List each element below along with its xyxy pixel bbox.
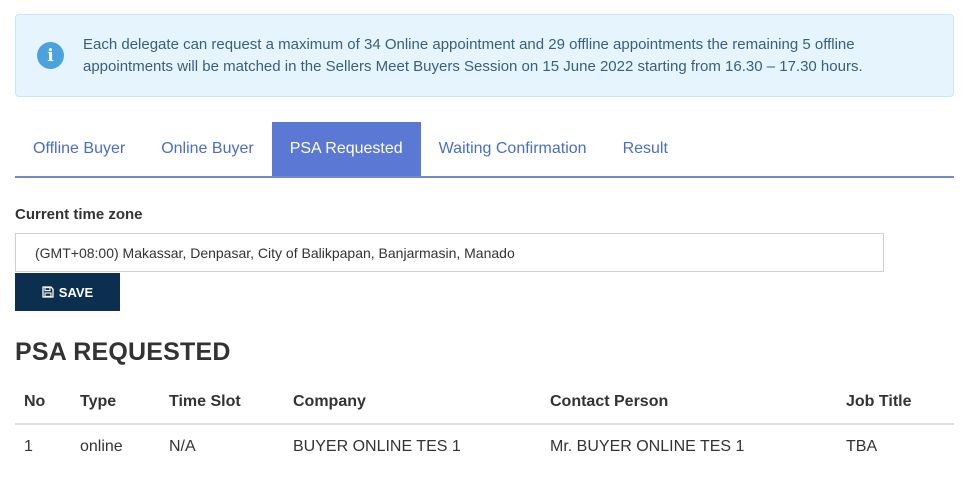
header-type: Type bbox=[71, 380, 160, 425]
psa-requested-table: No Type Time Slot Company Contact Person… bbox=[15, 380, 954, 468]
cell-no: 1 bbox=[24, 437, 33, 455]
info-alert-text: Each delegate can request a maximum of 3… bbox=[83, 35, 863, 75]
header-contact-person: Contact Person bbox=[541, 380, 837, 425]
info-alert: i Each delegate can request a maximum of… bbox=[15, 14, 954, 97]
cell-time-slot: N/A bbox=[169, 437, 196, 455]
tab-waiting-confirmation[interactable]: Waiting Confirmation bbox=[421, 122, 605, 176]
floppy-disk-icon bbox=[42, 286, 54, 298]
header-time-slot: Time Slot bbox=[160, 380, 284, 425]
tab-offline-buyer[interactable]: Offline Buyer bbox=[15, 122, 143, 176]
timezone-select[interactable]: (GMT+08:00) Makassar, Denpasar, City of … bbox=[15, 233, 884, 272]
tab-bar: Offline Buyer Online Buyer PSA Requested… bbox=[15, 122, 954, 178]
section-title: PSA REQUESTED bbox=[15, 338, 231, 366]
info-icon: i bbox=[37, 42, 64, 69]
header-no: No bbox=[15, 380, 71, 425]
cell-company: BUYER ONLINE TES 1 bbox=[293, 437, 461, 455]
save-button[interactable]: SAVE bbox=[15, 273, 120, 311]
table-header-row: No Type Time Slot Company Contact Person… bbox=[15, 380, 954, 425]
timezone-label: Current time zone bbox=[15, 206, 143, 223]
cell-type: online bbox=[80, 437, 123, 455]
cell-job-title: TBA bbox=[846, 437, 878, 455]
tab-online-buyer[interactable]: Online Buyer bbox=[143, 122, 272, 176]
table-row: 1 online N/A BUYER ONLINE TES 1 Mr. BUYE… bbox=[15, 424, 954, 468]
save-button-label: SAVE bbox=[58, 284, 94, 300]
tab-psa-requested[interactable]: PSA Requested bbox=[271, 122, 421, 176]
tab-result[interactable]: Result bbox=[605, 122, 686, 176]
header-company: Company bbox=[284, 380, 541, 425]
cell-contact-person: Mr. BUYER ONLINE TES 1 bbox=[550, 437, 745, 455]
header-job-title: Job Title bbox=[837, 380, 954, 425]
